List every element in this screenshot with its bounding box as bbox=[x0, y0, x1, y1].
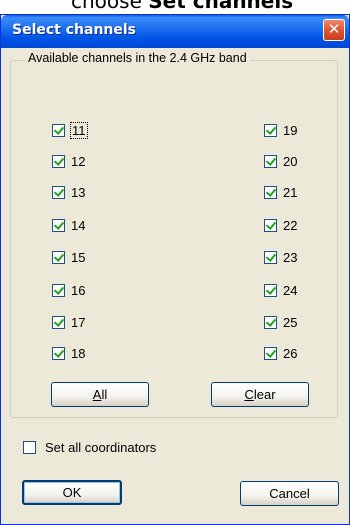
checkbox-box[interactable] bbox=[264, 185, 277, 199]
channel-label: 18 bbox=[71, 345, 86, 361]
background-caption-text: choose Set channels bbox=[71, 0, 293, 13]
channel-label: 11 bbox=[70, 121, 88, 139]
channel-label: 21 bbox=[283, 184, 298, 200]
checkbox-box[interactable] bbox=[52, 283, 65, 297]
channel-24-checkbox[interactable]: 24 bbox=[264, 282, 297, 298]
channel-22-checkbox[interactable]: 22 bbox=[264, 217, 297, 233]
cancel-label: Cancel bbox=[269, 486, 310, 501]
channel-11-checkbox[interactable]: 11 bbox=[52, 121, 88, 139]
channel-label: 25 bbox=[283, 314, 298, 330]
checkbox-box[interactable] bbox=[52, 123, 65, 137]
dialog-title: Select channels bbox=[12, 22, 137, 38]
channel-16-checkbox[interactable]: 16 bbox=[52, 282, 85, 298]
caption-prefix: choose bbox=[71, 0, 149, 13]
ok-label: OK bbox=[62, 485, 82, 500]
channel-label: 22 bbox=[283, 217, 298, 233]
channel-23-checkbox[interactable]: 23 bbox=[264, 249, 297, 265]
channel-12-checkbox[interactable]: 12 bbox=[52, 153, 85, 169]
set-all-coordinators-label: Set all coordinators bbox=[45, 440, 157, 455]
checkbox-box[interactable] bbox=[52, 154, 65, 168]
channel-15-checkbox[interactable]: 15 bbox=[52, 249, 85, 265]
channel-label: 17 bbox=[71, 314, 86, 330]
checkbox-box[interactable] bbox=[52, 185, 65, 199]
checkbox-box[interactable] bbox=[264, 250, 277, 264]
channels-groupbox bbox=[10, 60, 338, 418]
checkbox-box[interactable] bbox=[52, 250, 65, 264]
checkbox-box[interactable] bbox=[52, 315, 65, 329]
channel-14-checkbox[interactable]: 14 bbox=[52, 217, 85, 233]
channel-21-checkbox[interactable]: 21 bbox=[264, 184, 297, 200]
channel-26-checkbox[interactable]: 26 bbox=[264, 345, 297, 361]
close-button[interactable]: ✕ bbox=[323, 19, 345, 41]
checkbox-box[interactable] bbox=[52, 346, 65, 360]
channel-label: 15 bbox=[71, 249, 86, 265]
checkbox-box[interactable] bbox=[264, 346, 277, 360]
screen: choose Set channels Select channels ✕ Av… bbox=[0, 0, 350, 525]
channel-13-checkbox[interactable]: 13 bbox=[52, 184, 85, 200]
channel-17-checkbox[interactable]: 17 bbox=[52, 314, 85, 330]
checkbox-box[interactable] bbox=[264, 218, 277, 232]
channel-label: 13 bbox=[71, 184, 86, 200]
ok-button[interactable]: OK bbox=[22, 480, 122, 505]
all-label-rest: ll bbox=[101, 387, 108, 402]
channel-label: 14 bbox=[71, 217, 86, 233]
cancel-button[interactable]: Cancel bbox=[240, 481, 339, 506]
close-icon: ✕ bbox=[327, 20, 341, 38]
title-bar[interactable]: Select channels ✕ bbox=[1, 15, 349, 48]
channel-label: 23 bbox=[283, 249, 298, 265]
channel-label: 20 bbox=[283, 153, 298, 169]
channel-20-checkbox[interactable]: 20 bbox=[264, 153, 297, 169]
all-button[interactable]: All bbox=[51, 382, 149, 407]
channel-label: 24 bbox=[283, 282, 298, 298]
clear-label-rest: lear bbox=[253, 387, 276, 402]
channel-label: 16 bbox=[71, 282, 86, 298]
checkbox-box[interactable] bbox=[264, 154, 277, 168]
checkbox-box[interactable] bbox=[264, 315, 277, 329]
caption-bold: Set channels bbox=[148, 0, 294, 13]
channel-label: 19 bbox=[283, 122, 298, 138]
checkbox-box[interactable] bbox=[264, 283, 277, 297]
channel-25-checkbox[interactable]: 25 bbox=[264, 314, 297, 330]
checkbox-box[interactable] bbox=[23, 441, 36, 454]
clear-button[interactable]: Clear bbox=[211, 382, 309, 407]
set-all-coordinators-checkbox[interactable]: Set all coordinators bbox=[23, 440, 156, 455]
channel-label: 12 bbox=[71, 153, 86, 169]
channel-label: 26 bbox=[283, 345, 298, 361]
channel-18-checkbox[interactable]: 18 bbox=[52, 345, 85, 361]
channels-group-legend: Available channels in the 2.4 GHz band bbox=[25, 51, 250, 65]
checkbox-box[interactable] bbox=[52, 218, 65, 232]
channel-19-checkbox[interactable]: 19 bbox=[264, 122, 297, 138]
checkbox-box[interactable] bbox=[264, 123, 277, 137]
clear-mnemonic: C bbox=[244, 387, 254, 402]
